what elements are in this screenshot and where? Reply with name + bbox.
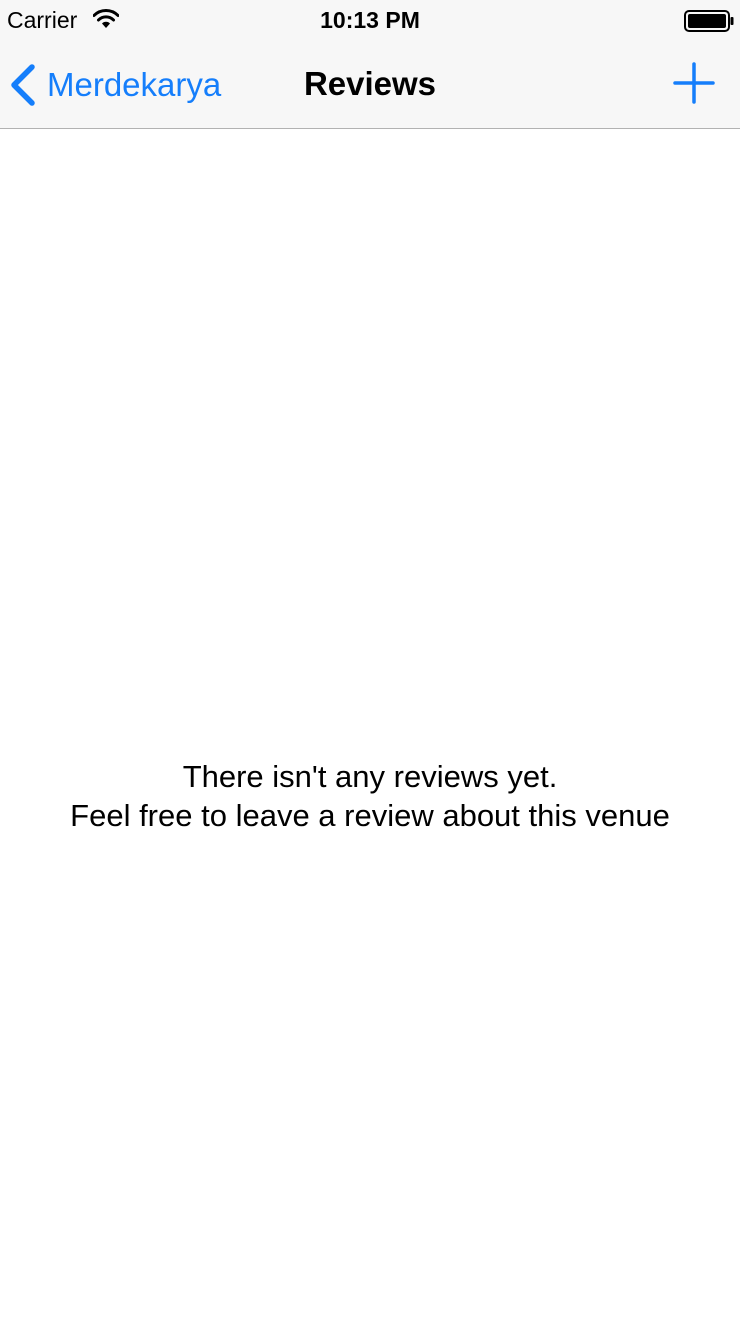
status-time: 10:13 PM (320, 7, 420, 33)
page-title: Reviews (303, 65, 437, 102)
reviews-screen: Carrier 10:13 PM Merdekarya Reviews Ther… (0, 0, 740, 1328)
empty-state-message: There isn't any reviews yet. Feel free t… (0, 757, 740, 835)
reviews-list[interactable]: There isn't any reviews yet. Feel free t… (0, 129, 740, 1328)
empty-state-line-1: There isn't any reviews yet. (182, 759, 558, 794)
top-bar: Carrier 10:13 PM Merdekarya Reviews (0, 0, 740, 129)
plus-icon[interactable] (668, 57, 720, 109)
navigation-bar: Merdekarya Reviews (0, 40, 740, 128)
status-bar: Carrier 10:13 PM (0, 0, 740, 40)
empty-state-line-2: Feel free to leave a review about this v… (70, 798, 670, 833)
battery-icon (684, 10, 734, 32)
